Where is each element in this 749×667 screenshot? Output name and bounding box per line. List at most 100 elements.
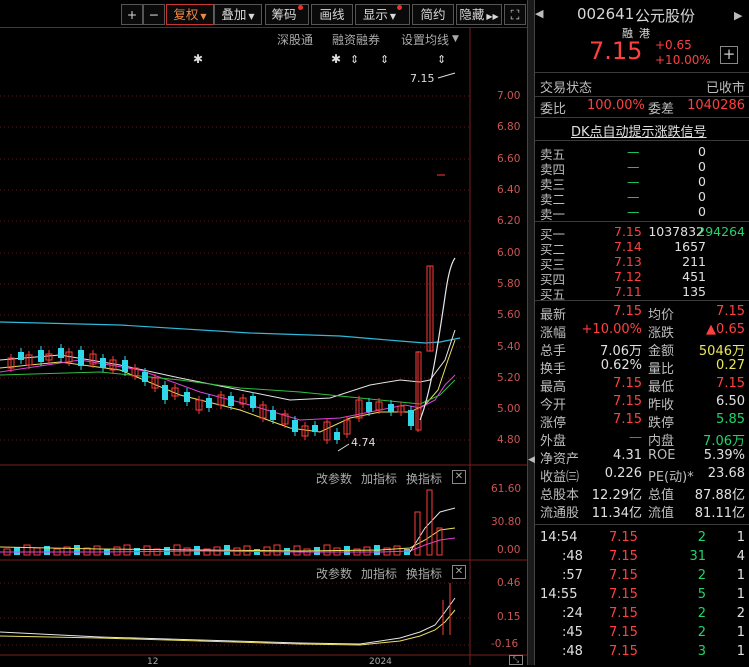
divider [535, 96, 749, 97]
stat-label: 最新 [540, 308, 567, 323]
vol-add-indicator-button[interactable]: 加指标 [361, 470, 397, 487]
panel-splitter[interactable]: ◀ [527, 0, 535, 665]
stat-label: 金额 [648, 344, 675, 359]
tick-time: 14:54 [540, 530, 578, 545]
tick-time: :24 [562, 606, 583, 621]
stat-label: 最低 [648, 380, 675, 395]
high-price-label: 7.15 [410, 72, 435, 85]
tick-row: :45 7.15 2 1 [535, 625, 749, 643]
add-watchlist-button[interactable]: + [720, 46, 738, 64]
stat-value: ▲0.65 [706, 322, 745, 337]
tick-count: 1 [736, 587, 745, 602]
ind-switch-indicator-button[interactable]: 换指标 [406, 565, 442, 582]
tick-count: 1 [736, 530, 745, 545]
vol-axis-label: 61.60 [491, 483, 522, 495]
stat-row: 涨停 7.15 跌停 5.85 [535, 412, 749, 431]
stat-row: 换手 0.62% 量比 0.27 [535, 358, 749, 377]
volume-bar [404, 549, 410, 555]
stat-value: 7.06万 [703, 434, 745, 449]
stat-row: 最新 7.15 均价 7.15 [535, 304, 749, 323]
price-axis-label: 6.60 [497, 153, 521, 165]
ind-axis-label: -0.16 [491, 638, 519, 650]
sell-order-price: — [627, 204, 640, 219]
ind-change-params-button[interactable]: 改参数 [316, 565, 352, 582]
tick-volume: 2 [697, 606, 706, 621]
tick-count: 1 [736, 644, 745, 659]
tick-time: :45 [562, 625, 583, 640]
quote-panel: ◀ 002641 公元股份 ▶ 融 港 7.15 +0.65 +10.00% +… [535, 0, 749, 665]
vol-change-params-button[interactable]: 改参数 [316, 470, 352, 487]
buy-order-price: 7.13 [614, 254, 642, 269]
next-stock-icon[interactable]: ▶ [734, 5, 748, 27]
x-axis-label: 2024 [369, 657, 392, 667]
stat-label: 涨幅 [540, 326, 567, 341]
tick-row: 14:54 7.15 2 1 [535, 530, 749, 548]
divider [535, 117, 749, 118]
sell-order-volume: 0 [698, 174, 706, 189]
stat-label: 内盘 [648, 434, 675, 449]
stat-value: 23.68 [707, 466, 745, 481]
ind-axis-label: 0.15 [497, 611, 521, 623]
divider [535, 72, 749, 73]
stat-row: 涨幅 +10.00% 涨跌 ▲0.65 [535, 322, 749, 341]
stat-label: 净资产 [540, 452, 580, 467]
sell-order-price: — [627, 159, 640, 174]
stat-value: 4.31 [613, 448, 642, 463]
status-row: 交易状态 已收市 [540, 81, 745, 96]
collapse-arrow-icon[interactable]: ◀ [528, 455, 535, 465]
volume-bar [194, 546, 200, 555]
price-axis-label: 5.20 [497, 372, 521, 384]
ind-add-indicator-button[interactable]: 加指标 [361, 565, 397, 582]
sell-order: 卖四 —0 [535, 159, 749, 177]
kline-chart-area[interactable]: + − 复权 ▼ 叠加 ▼ 筹码 画线 显示 ▼ 简约 隐藏 ▶▶ ⛶ 深股通 融资融券… [0, 0, 527, 667]
vol-switch-indicator-button[interactable]: 换指标 [406, 470, 442, 487]
stat-value: — [629, 430, 642, 445]
buy-order-price: 7.15 [614, 224, 642, 239]
sell-order: 卖一 —0 [535, 204, 749, 222]
stat-label: PE(动)* [648, 470, 694, 485]
buy-order-volume: 1657 [674, 239, 706, 254]
sell-order-volume: 0 [698, 189, 706, 204]
volume-panel-header: 改参数 加指标 换指标 ✕ [0, 467, 470, 487]
stat-row: 流通股 11.34亿 流值 81.11亿 [535, 502, 749, 521]
stat-value: 5046万 [698, 344, 745, 359]
prev-stock-icon[interactable]: ◀ [535, 0, 545, 28]
ind-axis-label: 0.46 [497, 577, 521, 589]
tick-time: :48 [562, 549, 583, 564]
price-axis-label: 5.40 [497, 341, 521, 353]
scroll-left-icon[interactable]: ⤡ [509, 655, 523, 665]
event-arrow-icon: ⇕ [350, 53, 359, 66]
tick-price: 7.15 [609, 644, 638, 659]
dk-signal-link[interactable]: DK点自动提示涨跌信号 [535, 121, 749, 140]
sell-order: 卖二 —0 [535, 189, 749, 207]
ind-close-icon[interactable]: ✕ [452, 565, 466, 579]
tick-time: 14:55 [540, 587, 578, 602]
tick-time: :57 [562, 568, 583, 583]
event-arrow-icon: ⇕ [437, 53, 446, 66]
tick-price: 7.15 [609, 606, 638, 621]
stat-label: 跌停 [648, 416, 675, 431]
volume-bar [123, 544, 131, 556]
sell-order-price: — [627, 189, 640, 204]
price-axis-label: 6.20 [497, 215, 521, 227]
stock-code: 002641 [577, 5, 635, 23]
volume-bar [44, 546, 50, 555]
price-axis-label: 6.00 [497, 247, 521, 259]
buy-order: 买一 7.15 1037832 294264 [535, 224, 749, 242]
stat-value: 5.85 [716, 412, 745, 427]
x-axis-label: 12 [147, 657, 159, 667]
tick-price: 7.15 [609, 530, 638, 545]
vol-close-icon[interactable]: ✕ [452, 470, 466, 484]
sell-order-volume: 0 [698, 159, 706, 174]
price-axis-label: 5.80 [497, 278, 521, 290]
tick-volume: 5 [697, 587, 706, 602]
stat-row: 今开 7.15 昨收 6.50 [535, 394, 749, 413]
stat-label: 流值 [648, 506, 675, 521]
buy-order-volume: 1037832 [648, 224, 704, 239]
price-axis-label: 6.40 [497, 184, 521, 196]
stat-value: 7.06万 [600, 344, 642, 359]
sell-order-price: — [627, 144, 640, 159]
stat-row: 最高 7.15 最低 7.15 [535, 376, 749, 395]
stat-value: 7.15 [613, 412, 642, 427]
stat-row: 外盘 — 内盘 7.06万 [535, 430, 749, 449]
